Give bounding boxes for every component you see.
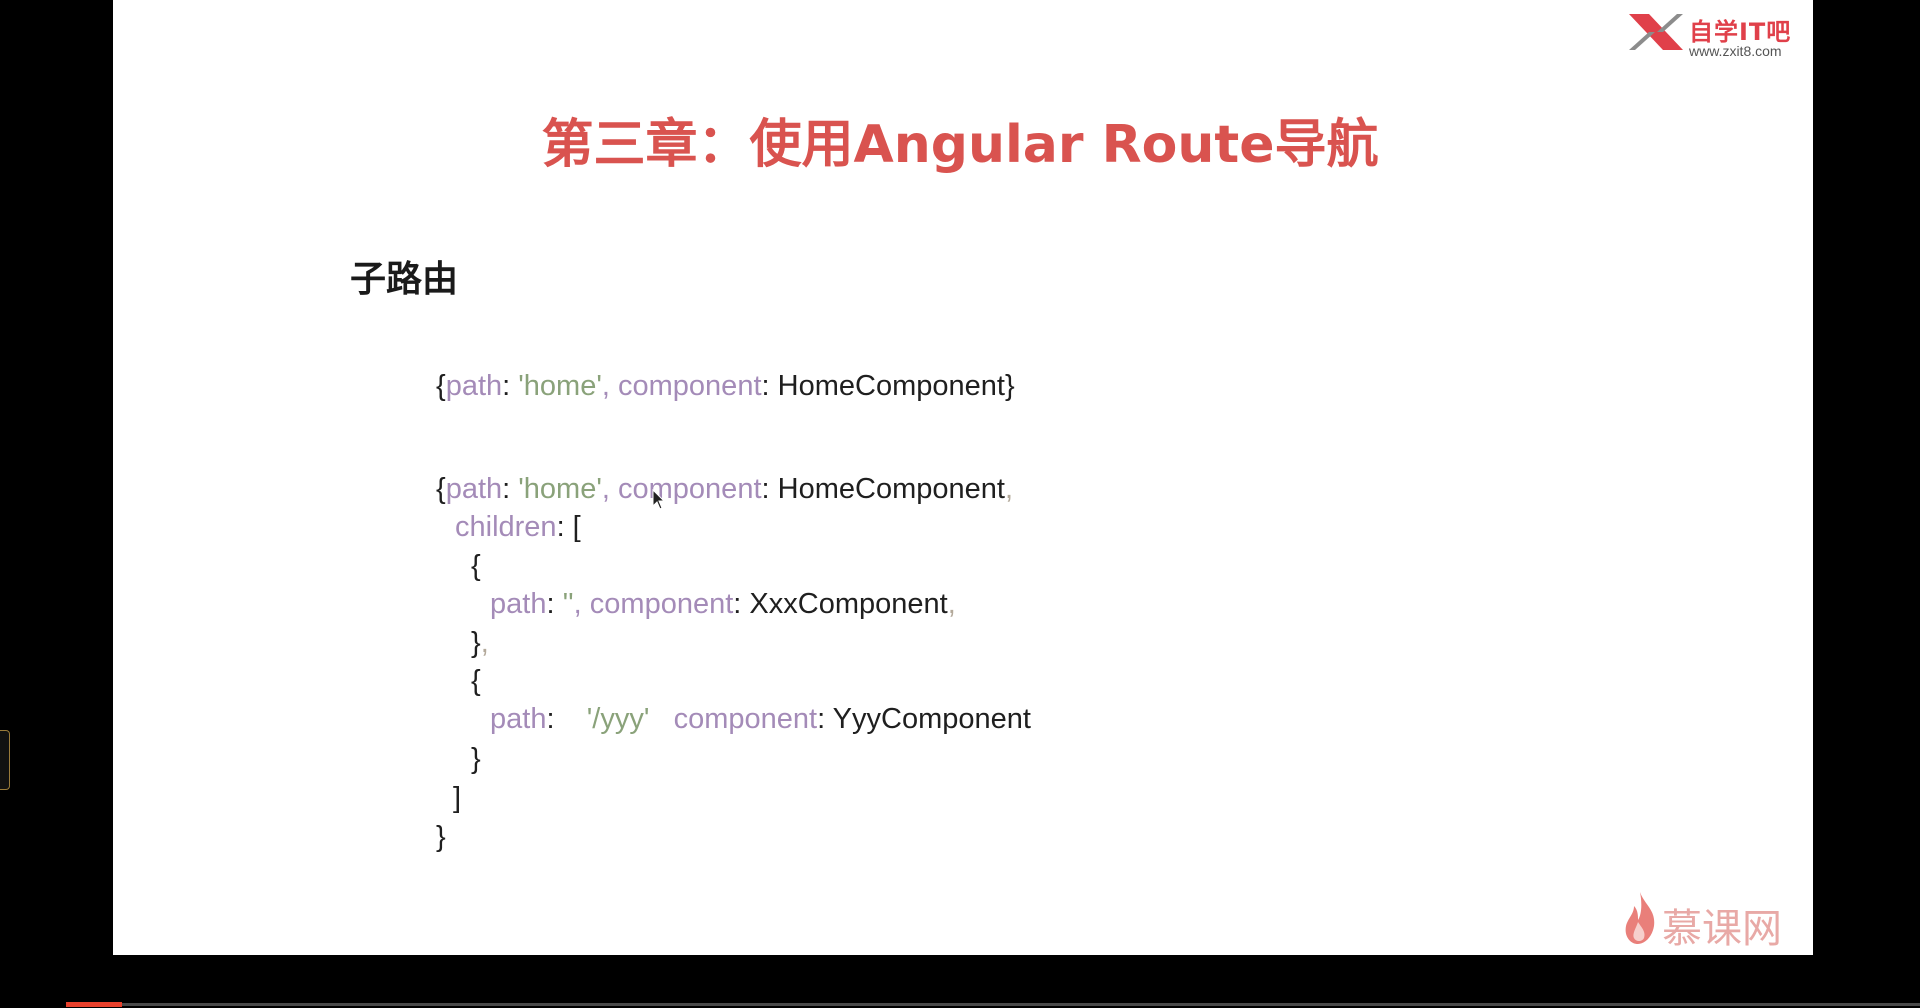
code-token: : — [546, 588, 563, 620]
code-value: HomeComponent — [777, 473, 1005, 505]
code-keyword: component — [618, 473, 762, 505]
code-keyword: component — [673, 703, 818, 735]
code-keyword: path — [490, 588, 547, 620]
code-token: ] — [453, 782, 462, 814]
code-route-children-line-9: ] — [453, 780, 461, 816]
code-token: : — [502, 473, 519, 505]
code-token: , — [1004, 473, 1013, 505]
imooc-watermark: 慕课网 — [1622, 888, 1812, 952]
code-string: 'home' — [518, 473, 602, 505]
code-token: , — [480, 627, 489, 659]
mouse-pointer-icon — [652, 489, 666, 510]
code-token: } — [1004, 370, 1015, 402]
code-keyword: component — [618, 370, 762, 402]
code-route-children-line-1: {path: 'home', component: HomeComponent, — [436, 471, 1013, 507]
code-token: : [ — [556, 511, 581, 543]
zxit8-watermark: 自学IT吧 www.zxit8.com — [1627, 10, 1812, 66]
code-route-children-line-8: } — [471, 741, 481, 777]
code-keyword: component — [589, 588, 734, 620]
code-route-children-line-10: } — [436, 819, 446, 855]
code-keyword: children — [455, 511, 557, 543]
code-token: , — [947, 588, 956, 620]
code-value: XxxComponent — [749, 588, 948, 620]
watermark-brand-text: 自学IT吧 — [1689, 18, 1792, 46]
video-progress-fill — [66, 1002, 122, 1007]
code-route-children-line-5: }, — [471, 625, 489, 661]
code-route-children-line-4: path: '', component: XxxComponent, — [490, 586, 956, 622]
watermark-url-text: www.zxit8.com — [1689, 43, 1782, 59]
code-token: : — [817, 703, 833, 735]
code-token: { — [436, 473, 446, 505]
code-keyword: path — [445, 370, 503, 402]
code-token: { — [436, 370, 446, 402]
flame-icon — [1625, 892, 1655, 944]
code-route-children-line-7: path: '/yyy' component: YyyComponent — [490, 701, 1031, 737]
code-route-children-line-6: { — [471, 663, 481, 699]
code-token: , — [573, 588, 590, 620]
code-token: } — [436, 821, 446, 853]
code-token: , — [601, 370, 619, 402]
watermark-imooc-text: 慕课网 — [1662, 906, 1782, 952]
code-string: '/yyy' — [586, 703, 650, 735]
code-route-children-line-3: { — [471, 548, 481, 584]
x-logo-icon — [1629, 14, 1683, 50]
code-value: YyyComponent — [832, 703, 1031, 735]
code-token: , — [601, 473, 619, 505]
code-token: : — [733, 588, 750, 620]
slide-title: 第三章：使用Angular Route导航 — [541, 115, 1379, 175]
code-route-simple: {path: 'home', component: HomeComponent} — [436, 368, 1015, 404]
code-value: HomeComponent — [777, 370, 1005, 402]
code-keyword: path — [445, 473, 503, 505]
code-token: { — [471, 550, 481, 582]
code-string: 'home' — [518, 370, 602, 402]
code-token: : — [546, 703, 587, 735]
code-token: } — [471, 627, 481, 659]
code-string: '' — [562, 588, 574, 620]
code-token: } — [471, 743, 481, 775]
code-token: : — [502, 370, 519, 402]
section-heading: 子路由 — [350, 259, 459, 300]
code-token: : — [761, 370, 778, 402]
code-keyword: path — [490, 703, 547, 735]
side-panel-handle[interactable] — [0, 730, 10, 790]
code-token: { — [471, 665, 481, 697]
code-token: : — [761, 473, 778, 505]
video-progress-track[interactable] — [66, 1003, 1920, 1006]
code-route-children-line-2: children: [ — [455, 509, 581, 545]
video-frame: 自学IT吧 www.zxit8.com 第三章：使用Angular Route导… — [0, 0, 1920, 1008]
